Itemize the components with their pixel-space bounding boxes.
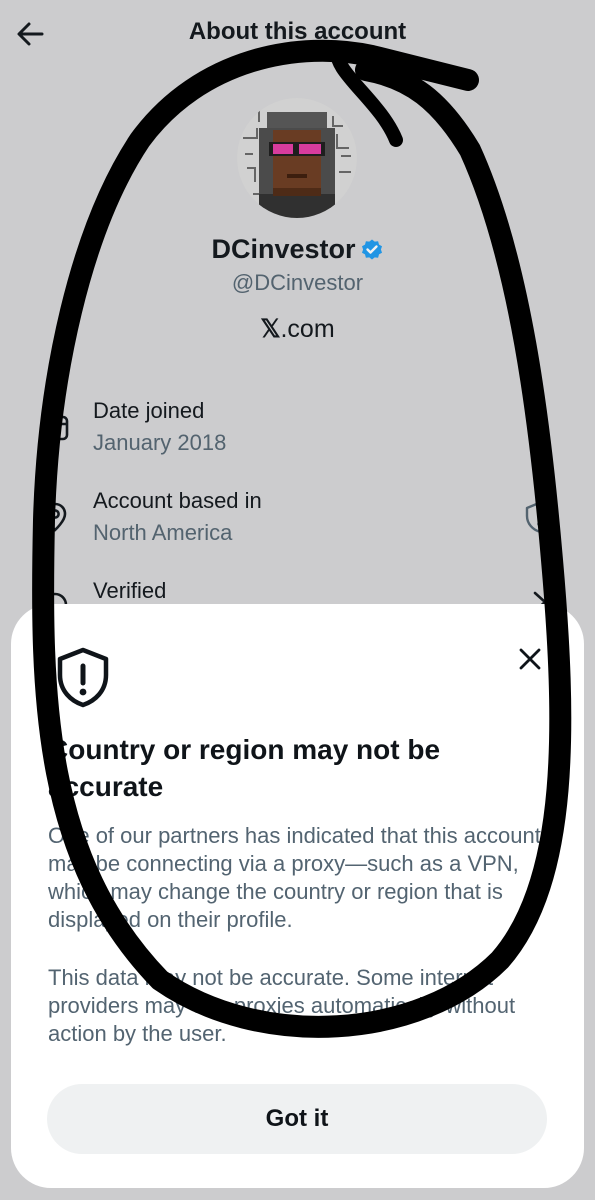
- got-it-button[interactable]: Got it: [47, 1084, 547, 1154]
- close-icon[interactable]: [513, 642, 547, 676]
- sheet-paragraph-accuracy: This data may not be accurate. Some inte…: [48, 965, 516, 1046]
- bottom-sheet: Country or region may not be accurate On…: [11, 604, 584, 1188]
- sheet-paragraph-proxy: One of our partners has indicated that t…: [48, 823, 541, 932]
- sheet-title: Country or region may not be accurate: [48, 734, 441, 802]
- shield-alert-icon: [57, 647, 109, 708]
